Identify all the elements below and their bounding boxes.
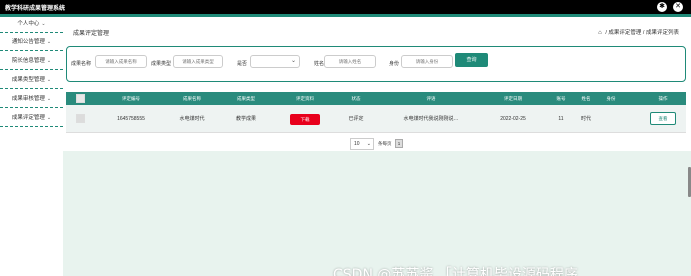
name-label: 姓名 (314, 61, 325, 67)
column-header: 操作 (658, 96, 668, 101)
identity-input[interactable] (401, 55, 453, 68)
result-type-input[interactable] (173, 55, 223, 68)
download-button[interactable]: 下载 (290, 114, 320, 125)
row-checkbox[interactable] (76, 114, 85, 123)
search-panel: 成果名称 成果类型 是否 ⌄ 姓名 身份 查询 (66, 46, 686, 82)
content-footer-area (63, 151, 691, 276)
sidebar-item-label: 个人中心 (17, 21, 40, 27)
table-row: 1645758555 水电煤时代 教学成果 下载 已评定 水电煤时代我说刚刚说…… (66, 105, 686, 133)
chevron-down-icon: ⌄ (46, 96, 52, 102)
table-header: 评定编号 成果名称 成果类型 评定资料 状态 评语 评定日期 账号 姓名 身份 … (66, 92, 686, 105)
breadcrumb: ⌂ / 成果评定管理 / 成果评定列表 (598, 28, 679, 36)
column-header: 成果类型 (237, 96, 255, 101)
cell-type: 教学成果 (235, 116, 256, 122)
cell-comment: 水电煤时代我说刚刚说… (403, 116, 459, 122)
breadcrumb-separator: / (605, 30, 607, 36)
status-select[interactable]: ⌄ (250, 55, 300, 68)
chevron-down-icon: ⌄ (366, 141, 371, 147)
top-bar: 教学科研成果管理系统 ✱ ✕ (0, 0, 691, 14)
chevron-down-icon: ⌄ (41, 21, 46, 27)
breadcrumb-separator: / (642, 30, 645, 36)
breadcrumb-level1[interactable]: 成果评定管理 (608, 30, 641, 36)
chevron-down-icon: ⌄ (46, 77, 52, 83)
column-header: 成果名称 (183, 96, 201, 101)
cell-number: 1645758555 (117, 116, 145, 122)
chevron-down-icon: ⌄ (46, 115, 52, 121)
sidebar-item-profile[interactable]: 个人中心 ⌄ (0, 17, 63, 33)
status-filter-label: 是否 (237, 61, 248, 67)
column-header: 评定资料 (296, 96, 314, 101)
sidebar-item-label: 院长信息管理 (11, 58, 45, 64)
sidebar-item-label: 通知公告管理 (11, 39, 45, 45)
sidebar-item-label: 成果审核管理 (11, 96, 45, 102)
page-size-value: 10 (354, 141, 360, 147)
cell-name: 水电煤时代 (179, 116, 205, 122)
name-input[interactable] (324, 55, 376, 68)
column-header: 身份 (606, 96, 616, 101)
chevron-down-icon: ⌄ (290, 58, 296, 64)
page-size-label: 条每页 (378, 141, 392, 146)
app-title: 教学科研成果管理系统 (5, 6, 66, 12)
result-type-label: 成果类型 (151, 61, 172, 67)
column-header: 评定编号 (122, 96, 140, 101)
column-header: 评定日期 (504, 96, 522, 101)
cell-identity (596, 105, 626, 133)
sidebar-item-notices[interactable]: 通知公告管理 ⌄ (0, 35, 63, 51)
chevron-down-icon: ⌄ (46, 39, 52, 45)
page-title: 成果评定管理 (73, 31, 110, 37)
close-icon[interactable]: ✕ (673, 2, 683, 12)
cell-date: 2022-02-25 (500, 116, 526, 122)
select-all-checkbox[interactable] (76, 94, 85, 103)
sidebar-item-label: 成果评定管理 (11, 115, 45, 121)
page-size-select[interactable]: 10 ⌄ (350, 138, 374, 150)
home-icon[interactable]: ⌂ (598, 30, 602, 36)
column-header: 评语 (426, 96, 436, 101)
result-name-input[interactable] (95, 55, 147, 68)
sidebar-item-result-evaluation[interactable]: 成果评定管理 ⌄ (0, 111, 63, 127)
sidebar-item-label: 成果类型管理 (11, 77, 45, 83)
sidebar: 个人中心 ⌄ 通知公告管理 ⌄ 院长信息管理 ⌄ 成果类型管理 ⌄ 成果审核管理 ⌄ 成果… (0, 17, 63, 276)
cell-status: 已评定 (348, 116, 364, 122)
settings-icon[interactable]: ✱ (657, 2, 667, 12)
page-number-button[interactable]: 1 (395, 139, 403, 148)
identity-label: 身份 (389, 61, 400, 67)
chevron-down-icon: ⌄ (46, 58, 52, 64)
watermark: CSDN @苏苏酱 「计算机毕设源码程序 (333, 267, 578, 276)
sidebar-item-result-types[interactable]: 成果类型管理 ⌄ (0, 73, 63, 89)
main-content: 成果评定管理 ⌂ / 成果评定管理 / 成果评定列表 成果名称 成果类型 是否 … (63, 17, 691, 276)
view-button[interactable]: 查看 (650, 112, 676, 125)
sidebar-item-dean-info[interactable]: 院长信息管理 ⌄ (0, 54, 63, 70)
column-header: 状态 (351, 96, 361, 101)
breadcrumb-level2: 成果评定列表 (645, 30, 679, 36)
sidebar-item-result-review[interactable]: 成果审核管理 ⌄ (0, 92, 63, 108)
result-name-label: 成果名称 (71, 61, 92, 67)
search-button[interactable]: 查询 (455, 53, 488, 67)
